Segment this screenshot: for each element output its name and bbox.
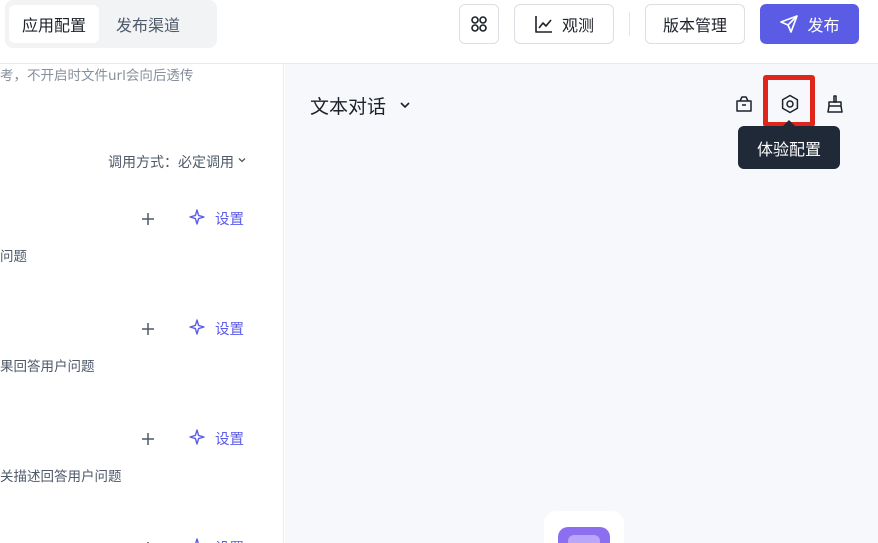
observe-label: 观测 [561, 16, 594, 35]
tab-publish-channel[interactable]: 发布渠道 [103, 5, 193, 43]
item-description: 关描述回答用户问题 [0, 469, 122, 485]
setting-button[interactable]: 设置 [189, 208, 244, 229]
chevron-down-icon [236, 154, 248, 170]
top-header: 应用配置 发布渠道 观测 版本管理 发布 [0, 0, 878, 64]
setting-button[interactable]: 设置 [189, 318, 244, 339]
config-panel: 考，不开启时文件url会向后透传 调用方式：必定调用 设置 问题 设置 果回答用… [0, 64, 284, 543]
chat-mode-label: 文本对话 [310, 96, 387, 118]
version-management-button[interactable]: 版本管理 [645, 4, 745, 44]
file-hint-text: 考，不开启时文件url会向后透传 [0, 68, 194, 84]
broom-icon[interactable] [824, 93, 846, 115]
row-actions: 设置 [140, 428, 244, 449]
invoke-mode-label: 调用方式：必定调用 [108, 155, 234, 171]
item-description: 问题 [0, 249, 27, 265]
row-actions: 设置 [140, 537, 244, 543]
sparkle-icon [189, 428, 205, 449]
chevron-down-icon [398, 95, 412, 117]
tab-app-config[interactable]: 应用配置 [9, 5, 100, 43]
chat-mode-select[interactable]: 文本对话 [310, 92, 412, 119]
setting-button[interactable]: 设置 [189, 537, 244, 543]
row-actions: 设置 [140, 318, 244, 339]
publish-label: 发布 [807, 16, 840, 35]
tooltip: 体验配置 [738, 120, 840, 169]
add-icon[interactable] [140, 540, 156, 543]
add-icon[interactable] [140, 321, 156, 337]
sparkle-icon [189, 537, 205, 543]
config-tabs: 应用配置 发布渠道 [5, 0, 217, 48]
row-actions: 设置 [140, 208, 244, 229]
send-icon [779, 14, 799, 34]
add-icon[interactable] [140, 431, 156, 447]
setting-label: 设置 [215, 432, 244, 448]
apps-grid-icon [469, 14, 489, 34]
bag-icon[interactable] [733, 93, 755, 115]
setting-button[interactable]: 设置 [189, 428, 244, 449]
setting-label: 设置 [215, 537, 244, 543]
setting-label: 设置 [215, 212, 244, 228]
publish-button[interactable]: 发布 [760, 4, 859, 44]
setting-label: 设置 [215, 322, 244, 338]
line-chart-icon [534, 14, 554, 34]
bot-avatar-image [558, 527, 610, 543]
header-divider [629, 12, 630, 36]
item-description: 果回答用户问题 [0, 359, 95, 375]
sparkle-icon [189, 318, 205, 339]
bot-avatar [544, 511, 624, 543]
invoke-mode-select[interactable]: 调用方式：必定调用 [108, 152, 248, 172]
add-icon[interactable] [140, 211, 156, 227]
apps-button[interactable] [459, 4, 499, 44]
preview-panel: 文本对话 体验配置 [285, 64, 878, 543]
sparkle-icon [189, 208, 205, 229]
observe-button[interactable]: 观测 [514, 4, 614, 44]
